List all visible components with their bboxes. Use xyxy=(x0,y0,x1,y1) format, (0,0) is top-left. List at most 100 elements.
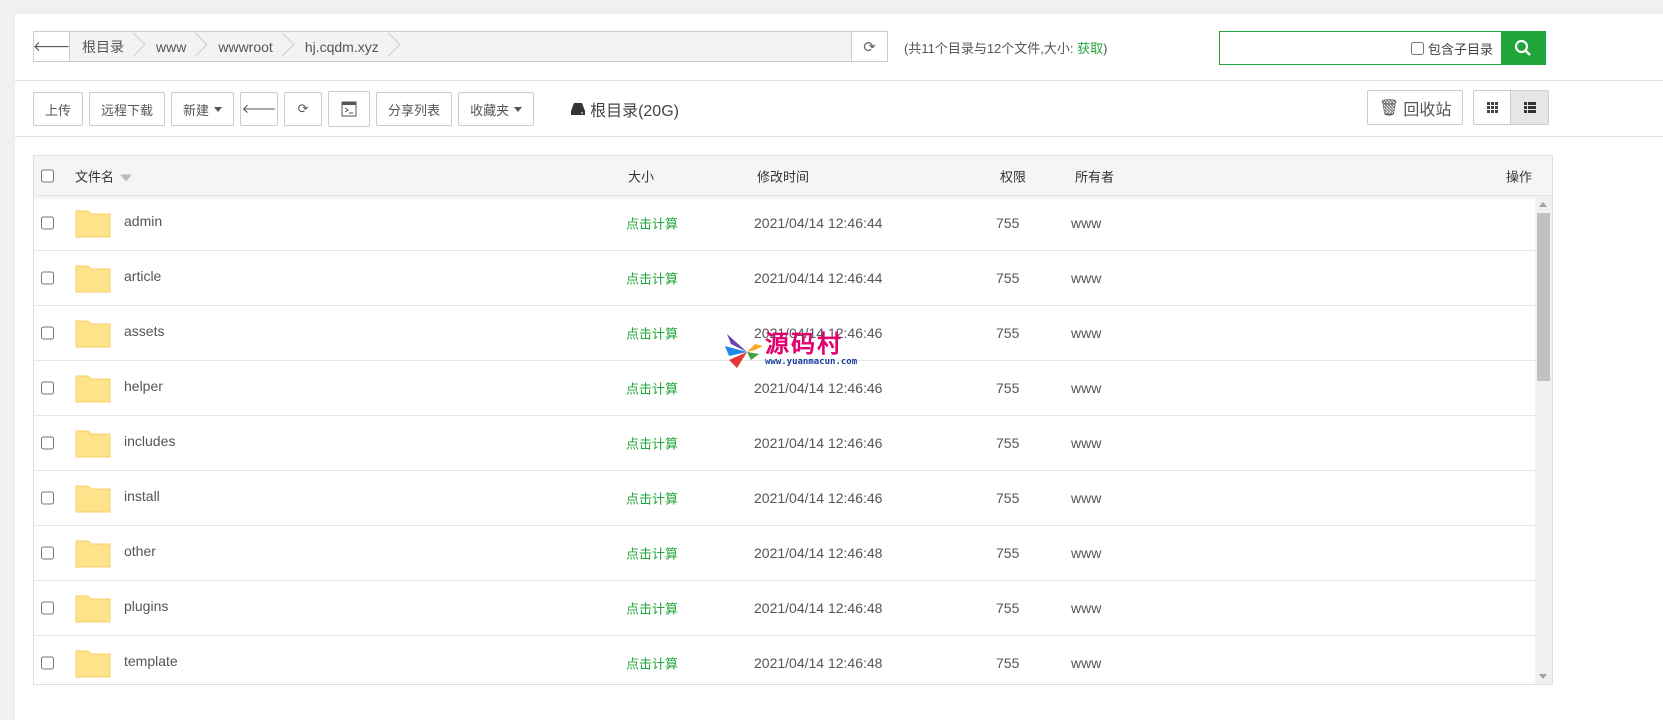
upload-button[interactable]: 上传 xyxy=(33,92,84,126)
back-dir-button[interactable]: 🡐 xyxy=(240,92,279,126)
scroll-down-icon[interactable] xyxy=(1539,674,1547,679)
table-row[interactable]: article 点击计算 2021/04/14 12:46:44 755 www xyxy=(34,251,1552,306)
file-name[interactable]: other xyxy=(124,543,156,559)
owner[interactable]: www xyxy=(1071,215,1101,231)
file-name[interactable]: install xyxy=(124,488,160,504)
row-checkbox[interactable] xyxy=(41,656,54,670)
table-row[interactable]: other 点击计算 2021/04/14 12:46:48 755 www xyxy=(34,526,1552,581)
file-name[interactable]: includes xyxy=(124,433,175,449)
calc-size-link[interactable]: 点击计算 xyxy=(626,599,678,618)
refresh-button[interactable]: ⟳ xyxy=(284,92,323,126)
terminal-button[interactable] xyxy=(328,91,371,127)
file-name[interactable]: admin xyxy=(124,213,162,229)
row-checkbox[interactable] xyxy=(41,381,54,395)
row-checkbox[interactable] xyxy=(41,436,54,450)
table-row[interactable]: plugins 点击计算 2021/04/14 12:46:48 755 www xyxy=(34,581,1552,636)
search-input[interactable] xyxy=(1220,32,1411,64)
new-dropdown-button[interactable]: 新建 xyxy=(171,92,235,126)
owner[interactable]: www xyxy=(1071,270,1101,286)
header-owner[interactable]: 所有者 xyxy=(1075,166,1114,185)
list-view-button[interactable] xyxy=(1511,90,1549,125)
permission[interactable]: 755 xyxy=(996,435,1019,451)
search-button[interactable] xyxy=(1501,32,1545,64)
header-name[interactable]: 文件名 xyxy=(75,166,133,185)
row-checkbox[interactable] xyxy=(41,601,54,615)
permission[interactable]: 755 xyxy=(996,325,1019,341)
view-toggle xyxy=(1473,90,1549,125)
permission[interactable]: 755 xyxy=(996,655,1019,671)
table-body: admin 点击计算 2021/04/14 12:46:44 755 www a… xyxy=(34,196,1552,684)
favorites-label: 收藏夹 xyxy=(470,102,510,118)
terminal-icon xyxy=(341,101,357,117)
permission[interactable]: 755 xyxy=(996,600,1019,616)
table-row[interactable]: includes 点击计算 2021/04/14 12:46:46 755 ww… xyxy=(34,416,1552,471)
get-size-link[interactable]: 获取 xyxy=(1077,41,1103,56)
row-checkbox[interactable] xyxy=(41,546,54,560)
permission[interactable]: 755 xyxy=(996,215,1019,231)
owner[interactable]: www xyxy=(1071,325,1101,341)
row-checkbox[interactable] xyxy=(41,216,54,230)
modified-time: 2021/04/14 12:46:46 xyxy=(754,380,883,396)
scroll-up-icon[interactable] xyxy=(1539,202,1547,207)
table-row[interactable]: template 点击计算 2021/04/14 12:46:48 755 ww… xyxy=(34,636,1552,684)
favorites-dropdown-button[interactable]: 收藏夹 xyxy=(458,92,535,126)
include-subdir-checkbox[interactable] xyxy=(1410,41,1424,55)
calc-size-link[interactable]: 点击计算 xyxy=(626,324,678,343)
header-ops: 操作 xyxy=(1505,169,1532,184)
breadcrumb-item[interactable]: 根目录 xyxy=(70,32,142,61)
modified-time: 2021/04/14 12:46:48 xyxy=(754,545,883,561)
recycle-bin-button[interactable]: 🗑 回收站 xyxy=(1367,90,1464,125)
permission[interactable]: 755 xyxy=(996,490,1019,506)
file-name[interactable]: assets xyxy=(124,323,164,339)
refresh-path-button[interactable]: ⟳ xyxy=(851,32,887,61)
table-row[interactable]: admin 点击计算 2021/04/14 12:46:44 755 www xyxy=(34,196,1552,251)
header-size[interactable]: 大小 xyxy=(628,166,654,185)
row-checkbox[interactable] xyxy=(41,271,54,285)
file-name[interactable]: helper xyxy=(124,378,163,394)
file-name[interactable]: template xyxy=(124,653,178,669)
modified-time: 2021/04/14 12:46:46 xyxy=(754,490,883,506)
owner[interactable]: www xyxy=(1071,435,1101,451)
calc-size-link[interactable]: 点击计算 xyxy=(626,489,678,508)
header-mtime[interactable]: 修改时间 xyxy=(757,166,809,185)
grid-view-button[interactable] xyxy=(1473,90,1511,125)
file-name[interactable]: article xyxy=(124,268,161,284)
breadcrumb-item[interactable]: hj.cqdm.xyz xyxy=(291,32,397,61)
owner[interactable]: www xyxy=(1071,600,1101,616)
row-checkbox[interactable] xyxy=(41,326,54,340)
refresh-icon: ⟳ xyxy=(863,38,876,56)
file-name[interactable]: plugins xyxy=(124,598,168,614)
calc-size-link[interactable]: 点击计算 xyxy=(626,269,678,288)
owner[interactable]: www xyxy=(1071,490,1101,506)
breadcrumb-item[interactable]: www xyxy=(142,32,204,61)
calc-size-link[interactable]: 点击计算 xyxy=(626,379,678,398)
permission[interactable]: 755 xyxy=(996,270,1019,286)
calc-size-link[interactable]: 点击计算 xyxy=(626,654,678,673)
table-row[interactable]: install 点击计算 2021/04/14 12:46:46 755 www xyxy=(34,471,1552,526)
scrollbar[interactable] xyxy=(1535,197,1552,684)
breadcrumb: 🡐 根目录 www wwwroot hj.cqdm.xyz ⟳ xyxy=(33,31,888,62)
calc-size-link[interactable]: 点击计算 xyxy=(626,434,678,453)
summary-close: ) xyxy=(1103,41,1108,56)
permission[interactable]: 755 xyxy=(996,380,1019,396)
scrollbar-thumb[interactable] xyxy=(1537,213,1550,381)
disk-info[interactable]: 根目录(20G) xyxy=(570,97,679,121)
calc-size-link[interactable]: 点击计算 xyxy=(626,214,678,233)
grid-icon xyxy=(1486,102,1498,113)
new-label: 新建 xyxy=(183,102,210,118)
header-perm[interactable]: 权限 xyxy=(1000,166,1026,185)
recycle-label: 回收站 xyxy=(1403,101,1452,119)
include-subdir-option[interactable]: 包含子目录 xyxy=(1410,32,1501,64)
owner[interactable]: www xyxy=(1071,655,1101,671)
owner[interactable]: www xyxy=(1071,380,1101,396)
list-icon xyxy=(1523,102,1536,113)
owner[interactable]: www xyxy=(1071,545,1101,561)
back-button[interactable]: 🡐 xyxy=(33,32,70,61)
breadcrumb-item[interactable]: wwwroot xyxy=(204,32,290,61)
remote-download-button[interactable]: 远程下载 xyxy=(89,92,166,126)
share-list-button[interactable]: 分享列表 xyxy=(376,92,453,126)
calc-size-link[interactable]: 点击计算 xyxy=(626,544,678,563)
select-all-checkbox[interactable] xyxy=(41,169,54,182)
permission[interactable]: 755 xyxy=(996,545,1019,561)
row-checkbox[interactable] xyxy=(41,491,54,505)
